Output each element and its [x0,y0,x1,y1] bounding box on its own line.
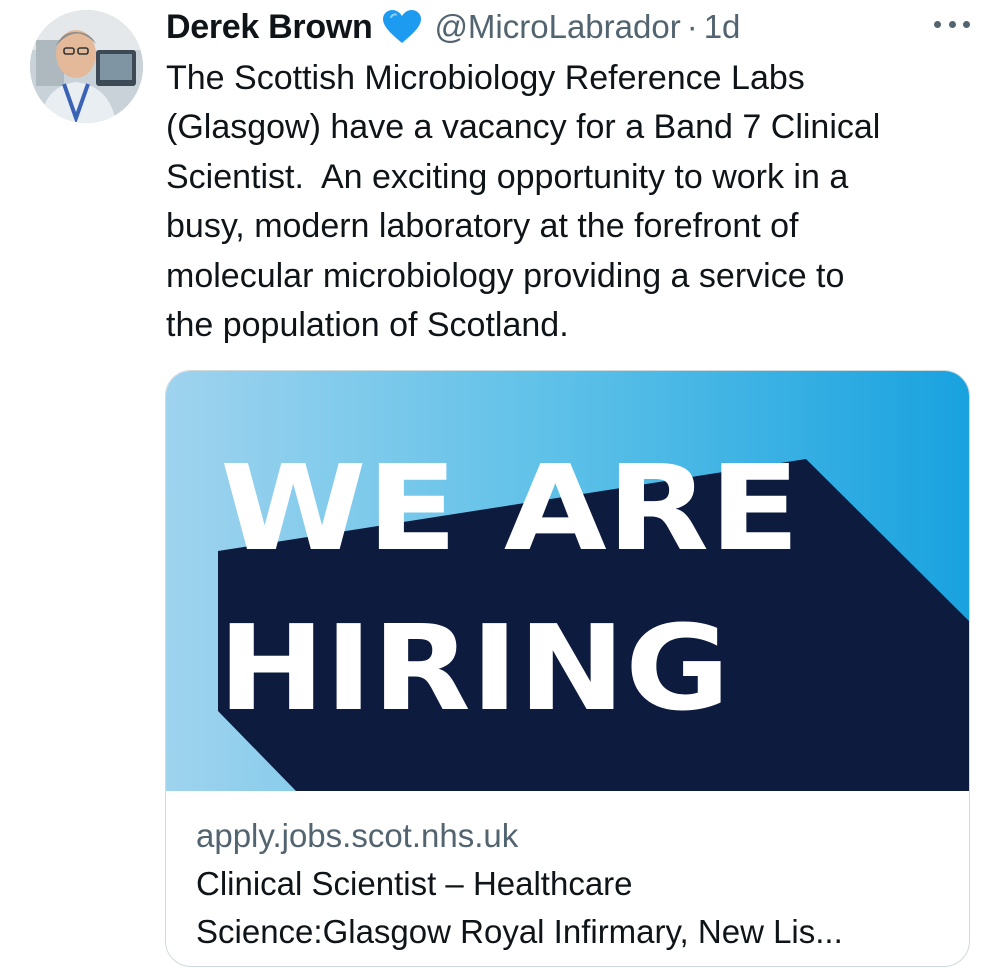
blue-heart-icon [382,9,422,45]
tweet-header: Derek Brown @MicroLabrador · 1d [166,4,970,50]
timestamp[interactable]: 1d [704,8,741,46]
tweet-text-line: busy, modern laboratory at the forefront… [166,207,799,246]
separator-dot: · [686,8,698,45]
avatar[interactable] [30,10,143,123]
tweet-text-line: (Glasgow) have a vacancy for a Band 7 Cl… [166,108,881,147]
tweet-text-line: the population of Scotland. [166,306,569,345]
display-name[interactable]: Derek Brown [166,8,373,47]
tweet-text-line: The Scottish Microbiology Reference Labs [166,59,805,97]
card-domain: apply.jobs.scot.nhs.uk [196,817,519,854]
hiring-text-line1: WE ARE [220,439,800,577]
user-handle[interactable]: @MicroLabrador [434,8,680,46]
tweet-text-line: Scientist. An exciting opportunity to wo… [166,157,849,196]
card-title: Science:Glasgow Royal Infirmary, New Lis… [196,913,843,950]
card-title: Clinical Scientist – Healthcare [196,865,633,902]
hiring-text-line2: HIRING [218,599,730,737]
tweet-text-line: molecular microbiology providing a servi… [166,256,845,295]
more-dots-icon[interactable] [934,14,970,34]
card-image[interactable]: WE ARE HIRING [166,371,969,791]
tweet-text: The Scottish Microbiology Reference Labs… [166,54,976,350]
link-card[interactable]: WE ARE HIRING apply.jobs.scot.nhs.uk Cli… [165,370,970,967]
